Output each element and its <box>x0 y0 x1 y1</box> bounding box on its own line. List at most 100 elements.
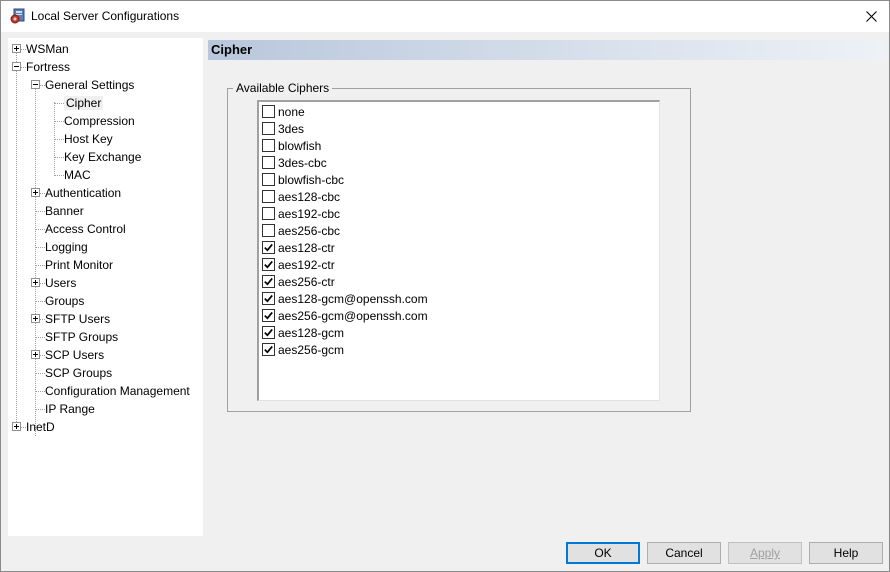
collapse-icon[interactable] <box>12 62 21 71</box>
expand-icon[interactable] <box>31 350 40 359</box>
apply-button[interactable]: Apply <box>728 542 802 564</box>
cipher-item[interactable]: none <box>262 103 305 120</box>
cipher-checkbox[interactable] <box>262 292 275 305</box>
close-icon <box>865 11 877 22</box>
app-server-icon <box>10 8 25 24</box>
tree-item-label: Host Key <box>64 132 113 146</box>
tree-item-mac[interactable]: MAC <box>64 166 91 184</box>
cipher-item[interactable]: aes128-cbc <box>262 188 340 205</box>
expand-icon[interactable] <box>31 278 40 287</box>
tree-item-label: SCP Groups <box>45 366 113 380</box>
cipher-checkbox[interactable] <box>262 207 275 220</box>
tree-item-label: Fortress <box>26 60 71 74</box>
cipher-item[interactable]: 3des <box>262 120 304 137</box>
tree-item-sftp-groups[interactable]: SFTP Groups <box>45 328 118 346</box>
cipher-item[interactable]: aes256-gcm@openssh.com <box>262 307 428 324</box>
cipher-label: aes256-gcm@openssh.com <box>278 308 428 323</box>
tree-connector-line <box>35 337 45 338</box>
expand-icon[interactable] <box>31 314 40 323</box>
cipher-checkbox[interactable] <box>262 343 275 356</box>
checkmark-icon <box>264 294 273 303</box>
expand-icon[interactable] <box>12 44 21 53</box>
tree-connector-line <box>35 84 36 436</box>
tree-item-label: General Settings <box>45 78 135 92</box>
tree-item-host-key[interactable]: Host Key <box>64 130 113 148</box>
checkmark-icon <box>264 277 273 286</box>
cipher-checkbox[interactable] <box>262 224 275 237</box>
group-label: Available Ciphers <box>233 81 333 95</box>
cipher-checkbox[interactable] <box>262 139 275 152</box>
tree-item-authentication[interactable]: Authentication <box>45 184 121 202</box>
expand-icon[interactable] <box>31 188 40 197</box>
tree-item-access-control[interactable]: Access Control <box>45 220 126 238</box>
cipher-checkbox[interactable] <box>262 122 275 135</box>
tree-item-configuration-management[interactable]: Configuration Management <box>45 382 190 400</box>
cipher-checkbox[interactable] <box>262 275 275 288</box>
close-button[interactable] <box>853 1 889 32</box>
tree-item-fortress[interactable]: Fortress <box>26 58 70 76</box>
tree-item-print-monitor[interactable]: Print Monitor <box>45 256 113 274</box>
tree-item-label: SFTP Groups <box>45 330 119 344</box>
cipher-item[interactable]: aes128-gcm <box>262 324 344 341</box>
tree-item-label: MAC <box>64 168 91 182</box>
cipher-item[interactable]: blowfish-cbc <box>262 171 344 188</box>
checkmark-icon <box>264 311 273 320</box>
tree-connector-line <box>54 157 64 158</box>
ok-label: OK <box>594 546 612 560</box>
cipher-item[interactable]: aes256-ctr <box>262 273 335 290</box>
config-window: Local Server Configurations WSMan Fortres… <box>0 0 890 572</box>
tree-connector-line <box>35 409 45 410</box>
tree-connector-line <box>54 139 64 140</box>
cipher-item[interactable]: 3des-cbc <box>262 154 327 171</box>
cipher-item[interactable]: aes256-gcm <box>262 341 344 358</box>
tree-item-banner[interactable]: Banner <box>45 202 84 220</box>
cipher-item[interactable]: aes128-gcm@openssh.com <box>262 290 428 307</box>
cipher-label: aes128-gcm <box>278 325 345 340</box>
ok-button[interactable]: OK <box>566 542 640 564</box>
tree-item-logging[interactable]: Logging <box>45 238 88 256</box>
tree-item-label: Banner <box>45 204 84 218</box>
tree-item-wsman[interactable]: WSMan <box>26 40 69 58</box>
cipher-item[interactable]: aes256-cbc <box>262 222 340 239</box>
cancel-button[interactable]: Cancel <box>647 542 721 564</box>
tree-item-label: Authentication <box>45 186 122 200</box>
cipher-checkbox[interactable] <box>262 241 275 254</box>
cipher-checkbox[interactable] <box>262 173 275 186</box>
cipher-item[interactable]: aes192-ctr <box>262 256 335 273</box>
cipher-checkbox[interactable] <box>262 326 275 339</box>
tree-item-scp-groups[interactable]: SCP Groups <box>45 364 112 382</box>
cipher-checkbox[interactable] <box>262 156 275 169</box>
tree-item-general-settings[interactable]: General Settings <box>45 76 134 94</box>
cipher-label: blowfish-cbc <box>278 172 345 187</box>
tree-item-label: Cipher <box>64 96 104 110</box>
tree-item-users[interactable]: Users <box>45 274 76 292</box>
tree-item-ip-range[interactable]: IP Range <box>45 400 95 418</box>
collapse-icon[interactable] <box>31 80 40 89</box>
cipher-checkbox[interactable] <box>262 105 275 118</box>
settings-tree[interactable]: WSMan Fortress General Settings Cipher Compr… <box>8 38 203 536</box>
tree-item-scp-users[interactable]: SCP Users <box>45 346 104 364</box>
tree-item-sftp-users[interactable]: SFTP Users <box>45 310 110 328</box>
cipher-label: aes128-gcm@openssh.com <box>278 291 428 306</box>
cipher-list[interactable]: none 3des blowfish 3des-cbc blowfish-cbc aes1… <box>257 100 660 401</box>
cipher-checkbox[interactable] <box>262 258 275 271</box>
cipher-item[interactable]: aes192-cbc <box>262 205 340 222</box>
tree-item-groups[interactable]: Groups <box>45 292 84 310</box>
tree-item-cipher[interactable]: Cipher <box>64 94 104 112</box>
tree-item-label: IP Range <box>45 402 95 416</box>
expand-icon[interactable] <box>12 422 21 431</box>
tree-connector-line <box>54 175 64 176</box>
cipher-item[interactable]: aes128-ctr <box>262 239 335 256</box>
cipher-checkbox[interactable] <box>262 190 275 203</box>
tree-item-inetd[interactable]: InetD <box>26 418 55 436</box>
cancel-label: Cancel <box>665 546 703 560</box>
section-header: Cipher <box>208 40 885 60</box>
help-button[interactable]: Help <box>809 542 883 564</box>
tree-item-label: Logging <box>45 240 88 254</box>
tree-item-key-exchange[interactable]: Key Exchange <box>64 148 141 166</box>
tree-item-compression[interactable]: Compression <box>64 112 135 130</box>
cipher-item[interactable]: blowfish <box>262 137 321 154</box>
tree-item-label: SCP Users <box>45 348 105 362</box>
cipher-checkbox[interactable] <box>262 309 275 322</box>
apply-label: Apply <box>749 546 781 560</box>
